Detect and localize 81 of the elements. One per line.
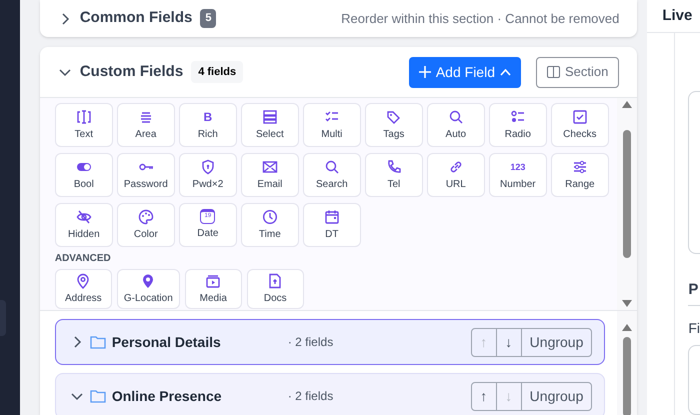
field-type-tile[interactable]: Multi [302, 103, 361, 147]
scroll-up-icon[interactable] [622, 324, 632, 331]
link-icon [448, 158, 464, 174]
section-note: Reorder within this section · Cannot be removed [341, 10, 620, 28]
list-box-icon [262, 108, 278, 124]
field-type-tile[interactable]: Media [184, 269, 242, 309]
document-icon [267, 272, 284, 288]
map-pin-icon [75, 272, 92, 288]
video-icon [205, 272, 222, 288]
field-type-tile[interactable]: Password [116, 153, 175, 197]
text-cursor-icon [76, 108, 92, 124]
field-type-tile[interactable]: URL [426, 153, 485, 197]
field-type-tile[interactable]: G-Location [116, 269, 180, 309]
glyph-icon: B [204, 108, 212, 124]
radio-list-icon [510, 108, 526, 124]
section-title[interactable]: Custom Fields [80, 60, 184, 84]
checkbox-icon [572, 108, 588, 124]
field-type-tile[interactable]: Checks [550, 103, 609, 147]
panel-title: Live [662, 6, 692, 26]
count-badge: 5 [200, 9, 216, 28]
group-name: Online Presence [112, 386, 223, 406]
field-type-tile[interactable]: Docs [246, 269, 304, 309]
count-badge: 4 fields [191, 60, 244, 84]
envelope-icon [262, 158, 278, 174]
sliders-icon [572, 158, 588, 174]
field-type-tile[interactable]: DT [302, 203, 361, 247]
scroll-down-icon[interactable] [622, 300, 632, 307]
group-row[interactable]: Online Presence · 2 fields ↑ ↓ Ungroup [54, 373, 606, 415]
scrollbar[interactable] [617, 311, 638, 415]
caret-up-icon [500, 68, 511, 76]
calendar-icon [324, 208, 340, 224]
group-name: Personal Details [112, 332, 222, 352]
folder-icon [90, 389, 106, 403]
field-type-tile[interactable]: Color [116, 203, 175, 247]
field-type-tile[interactable]: Search [302, 153, 361, 197]
scrollbar-thumb[interactable] [623, 337, 632, 415]
search-icon [448, 108, 464, 124]
palette-icon [138, 208, 154, 224]
field-count: · 2 fields [288, 334, 334, 351]
section-title[interactable]: Common Fields [80, 7, 192, 30]
glyph-icon: 123 [510, 158, 526, 174]
field-type-tile[interactable]: Address [54, 269, 112, 309]
shield-icon [200, 158, 216, 174]
field-type-tile[interactable]: Tel [364, 153, 423, 197]
search-icon [324, 158, 340, 174]
phone-icon [386, 158, 402, 174]
field-type-tile[interactable]: Select [240, 103, 299, 147]
group-heading: ADVANCED [54, 253, 112, 265]
field-type-tile[interactable]: Auto [426, 103, 485, 147]
field-label: Fi [688, 319, 700, 338]
move-up-button[interactable]: ↑ [472, 382, 497, 410]
group-row[interactable]: Personal Details · 2 fields ↑ ↓ Ungroup [54, 319, 606, 365]
scroll-up-icon[interactable] [622, 101, 632, 108]
field-count: · 2 fields [288, 388, 334, 405]
scrollbar-thumb[interactable] [623, 130, 632, 258]
add-field-button[interactable]: Add Field [408, 56, 521, 88]
clock-icon [262, 208, 278, 224]
input-field[interactable] [688, 345, 700, 415]
plus-icon [418, 66, 431, 78]
move-down-button[interactable]: ↓ [496, 328, 522, 356]
field-type-tile[interactable]: Bool [54, 153, 113, 197]
field-type-tile[interactable]: Area [116, 103, 175, 147]
section-button[interactable]: Section [536, 56, 620, 88]
field-type-tile[interactable]: B Rich [178, 103, 237, 147]
field-type-tile[interactable]: Radio [488, 103, 547, 147]
folder-icon [90, 335, 106, 349]
ungroup-button[interactable]: Ungroup [522, 328, 592, 356]
columns-icon [547, 66, 560, 78]
field-type-tile[interactable]: Time [240, 203, 299, 247]
field-type-tile[interactable]: Email [240, 153, 299, 197]
section-heading: P [688, 278, 700, 306]
field-type-tile[interactable]: Pwd×2 [178, 153, 237, 197]
field-type-tile[interactable]: Tags [364, 103, 423, 147]
field-type-tile[interactable]: Hidden [54, 203, 113, 247]
scrollbar[interactable] [617, 98, 638, 310]
eye-slash-icon [76, 208, 92, 224]
tag-icon [386, 108, 402, 124]
field-type-tile[interactable]: Text [54, 103, 113, 147]
field-type-tile[interactable]: Range [550, 153, 609, 197]
ungroup-button[interactable]: Ungroup [522, 382, 592, 410]
field-type-tile[interactable]: 123 Number [488, 153, 547, 197]
